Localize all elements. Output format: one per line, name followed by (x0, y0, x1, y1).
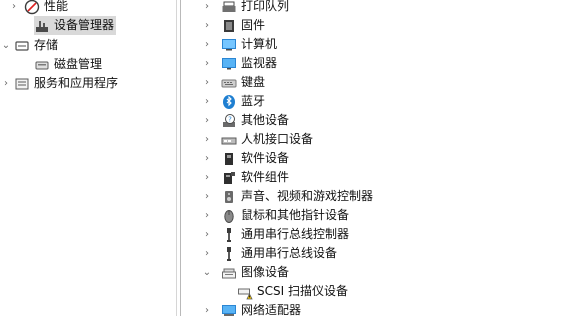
svg-text:?: ? (228, 115, 232, 123)
expand-chevron-icon[interactable]: › (8, 0, 20, 16)
disk-management-icon (34, 57, 50, 73)
printer-icon (221, 0, 237, 15)
device-category-mice[interactable]: › 鼠标和其他指针设备 (201, 206, 541, 225)
device-category-label: 通用串行总线设备 (241, 246, 338, 260)
network-adapter-icon (221, 303, 237, 316)
device-category-network-adapters[interactable]: › 网络适配器 (201, 301, 541, 316)
device-category-label: 蓝牙 (241, 94, 266, 108)
computer-icon (221, 37, 237, 53)
usb-controller-icon (221, 227, 237, 243)
tree-item-label: 性能 (44, 0, 69, 13)
tree-item-device-manager[interactable]: 设备管理器 (34, 16, 116, 35)
expand-chevron-icon[interactable]: › (201, 35, 213, 54)
tree-item-storage[interactable]: ⌄ 存储 (0, 36, 176, 55)
device-category-label: 其他设备 (241, 113, 290, 127)
services-icon (14, 76, 30, 92)
expand-chevron-icon[interactable]: › (201, 206, 213, 225)
collapse-chevron-icon[interactable]: ⌄ (0, 36, 12, 55)
device-category-software-components[interactable]: › 软件组件 (201, 168, 541, 187)
device-category-label: 图像设备 (241, 265, 290, 279)
device-category-imaging-devices[interactable]: ⌄ 图像设备 (201, 263, 541, 282)
tree-item-label: 服务和应用程序 (34, 76, 119, 90)
tree-item-services-apps[interactable]: › 服务和应用程序 (0, 74, 176, 93)
computer-management-window: › 性能 设备管理器 ⌄ 存储 磁盘管理 › 服务和应用程序 › 打印队列 › … (0, 0, 570, 316)
tree-item-disk-management[interactable]: 磁盘管理 (34, 55, 176, 74)
device-category-label: 软件组件 (241, 170, 290, 184)
device-category-label: 声音、视频和游戏控制器 (241, 189, 374, 203)
device-category-computer[interactable]: › 计算机 (201, 35, 541, 54)
device-category-label: 键盘 (241, 75, 266, 89)
device-category-firmware[interactable]: › 固件 (201, 16, 541, 35)
expand-chevron-icon[interactable]: › (201, 301, 213, 316)
expand-chevron-icon[interactable]: › (201, 244, 213, 263)
device-category-label: 网络适配器 (241, 303, 302, 316)
imaging-device-icon (221, 265, 237, 281)
expand-chevron-icon[interactable]: › (0, 74, 12, 93)
device-category-bluetooth[interactable]: › 蓝牙 (201, 92, 541, 111)
software-device-icon (221, 151, 237, 167)
tree-item-performance[interactable]: › 性能 (12, 0, 176, 16)
device-manager-icon (34, 18, 50, 34)
expand-chevron-icon[interactable]: › (201, 111, 213, 130)
device-category-label: 人机接口设备 (241, 132, 314, 146)
monitor-icon (221, 56, 237, 72)
performance-icon (24, 0, 40, 15)
firmware-icon (221, 18, 237, 34)
other-devices-icon: ? (221, 113, 237, 129)
device-category-sound-video-game[interactable]: › 声音、视频和游戏控制器 (201, 187, 541, 206)
device-category-usb-devices[interactable]: › 通用串行总线设备 (201, 244, 541, 263)
device-category-other-devices[interactable]: › ? 其他设备 (201, 111, 541, 130)
device-category-label: 固件 (241, 18, 266, 32)
tree-item-label: 存储 (34, 38, 59, 52)
device-tree-pane: › 打印队列 › 固件 › 计算机 › 监视器 › 键盘 › 蓝牙 › ? 其他… (181, 0, 570, 316)
collapse-chevron-icon[interactable]: ⌄ (201, 263, 213, 282)
device-category-print-queues[interactable]: › 打印队列 (201, 0, 541, 16)
expand-chevron-icon[interactable]: › (201, 168, 213, 187)
hid-icon (221, 132, 237, 148)
console-tree-pane: › 性能 设备管理器 ⌄ 存储 磁盘管理 › 服务和应用程序 (0, 0, 176, 316)
device-scsi-scanner[interactable]: SCSI 扫描仪设备 (237, 282, 541, 301)
expand-chevron-icon[interactable]: › (201, 16, 213, 35)
device-category-keyboards[interactable]: › 键盘 (201, 73, 541, 92)
device-category-hid[interactable]: › 人机接口设备 (201, 130, 541, 149)
device-category-usb-controllers[interactable]: › 通用串行总线控制器 (201, 225, 541, 244)
device-category-label: 打印队列 (241, 0, 290, 13)
software-component-icon (221, 170, 237, 186)
device-label: SCSI 扫描仪设备 (257, 284, 348, 298)
device-category-label: 监视器 (241, 56, 278, 70)
bluetooth-icon (221, 94, 237, 110)
expand-chevron-icon[interactable]: › (201, 54, 213, 73)
expand-chevron-icon[interactable]: › (201, 130, 213, 149)
usb-device-icon (221, 246, 237, 262)
keyboard-icon (221, 75, 237, 91)
device-category-label: 通用串行总线控制器 (241, 227, 350, 241)
expand-chevron-icon[interactable]: › (201, 73, 213, 92)
scanner-warning-icon (237, 284, 253, 300)
device-category-label: 计算机 (241, 37, 278, 51)
device-category-label: 软件设备 (241, 151, 290, 165)
expand-chevron-icon[interactable]: › (201, 225, 213, 244)
device-category-software-devices[interactable]: › 软件设备 (201, 149, 541, 168)
device-category-monitors[interactable]: › 监视器 (201, 54, 541, 73)
tree-item-label: 设备管理器 (54, 18, 115, 32)
expand-chevron-icon[interactable]: › (201, 0, 213, 16)
tree-item-label: 磁盘管理 (54, 57, 103, 71)
speaker-icon (221, 189, 237, 205)
expand-chevron-icon[interactable]: › (201, 149, 213, 168)
storage-icon (14, 38, 30, 54)
expand-chevron-icon[interactable]: › (201, 92, 213, 111)
mouse-icon (221, 208, 237, 224)
expand-chevron-icon[interactable]: › (201, 187, 213, 206)
device-category-label: 鼠标和其他指针设备 (241, 208, 350, 222)
